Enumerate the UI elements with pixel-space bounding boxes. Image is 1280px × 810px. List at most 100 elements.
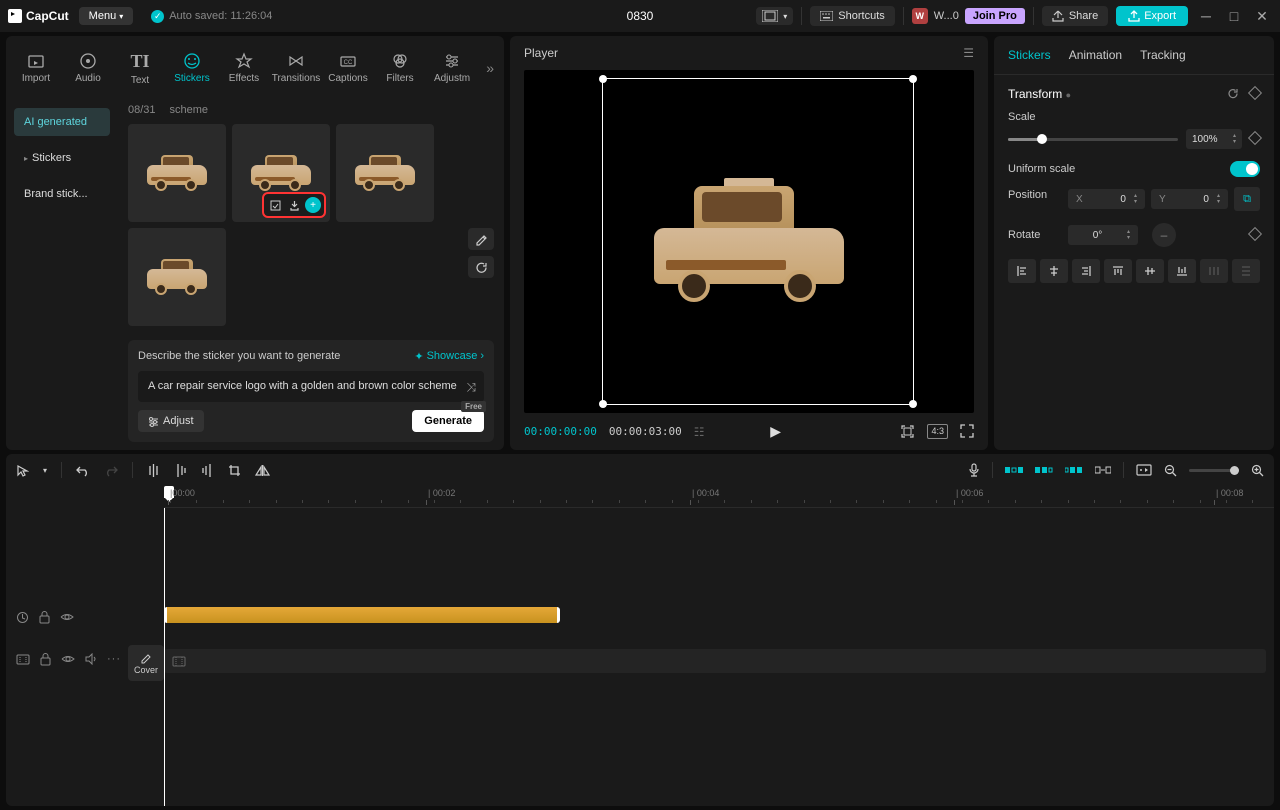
tab-animation[interactable]: Animation <box>1069 48 1122 62</box>
showcase-button[interactable]: ✦ Showcase › <box>414 350 484 363</box>
sticker-add-icon[interactable]: + <box>305 197 321 213</box>
video-icon[interactable] <box>16 654 30 665</box>
reset-icon[interactable] <box>1227 87 1240 101</box>
player-menu-icon[interactable]: ☰ <box>963 46 974 60</box>
prompt-input[interactable]: A car repair service logo with a golden … <box>138 371 484 402</box>
sticker-download-icon[interactable] <box>286 197 302 213</box>
align-bottom-icon[interactable] <box>1168 259 1196 283</box>
menu-button[interactable]: Menu▾ <box>79 7 134 25</box>
player-viewport[interactable] <box>524 70 974 413</box>
scale-slider[interactable] <box>1008 138 1178 141</box>
tab-transitions[interactable]: Transitions <box>270 42 322 94</box>
sidebar-ai-generated[interactable]: AI generated <box>14 108 110 136</box>
aspect-button[interactable]: ▾ <box>756 7 793 25</box>
sticker-3[interactable] <box>336 124 434 222</box>
eye-icon-2[interactable] <box>61 654 75 664</box>
adjust-button[interactable]: Adjust <box>138 410 204 432</box>
sticker-4[interactable] <box>128 228 226 326</box>
join-pro-badge[interactable]: Join Pro <box>965 8 1025 24</box>
preview-render-icon[interactable] <box>1136 464 1152 476</box>
tab-audio[interactable]: Audio <box>62 42 114 94</box>
handle-tl[interactable] <box>599 75 607 83</box>
align-top-icon[interactable] <box>1104 259 1132 283</box>
timeline-ruler[interactable]: |00:00 | 00:02 | 00:04 | 00:06 | 00:08 <box>164 486 1274 508</box>
sticker-2[interactable]: + <box>232 124 330 222</box>
user-area[interactable]: W W...0 Join Pro <box>912 8 1025 24</box>
tab-captions[interactable]: CCCaptions <box>322 42 374 94</box>
share-button[interactable]: Share <box>1042 6 1108 26</box>
minimize-button[interactable]: ─ <box>1196 6 1216 26</box>
tab-import[interactable]: Import <box>10 42 62 94</box>
tab-filters[interactable]: Filters <box>374 42 426 94</box>
more-icon[interactable]: ··· <box>107 653 121 665</box>
playhead-line[interactable] <box>164 508 165 806</box>
more-tabs[interactable]: » <box>480 60 500 76</box>
keyframe-diamond-icon[interactable] <box>1250 87 1260 101</box>
sticker-edit-icon[interactable] <box>267 197 283 213</box>
zoom-out-icon[interactable] <box>1164 464 1177 477</box>
sidebar-stickers[interactable]: ▸Stickers <box>14 144 110 172</box>
maximize-button[interactable]: □ <box>1224 6 1244 26</box>
compare-icon[interactable]: ☷ <box>694 425 705 439</box>
mirror-icon[interactable] <box>255 464 270 477</box>
tab-effects[interactable]: Effects <box>218 42 270 94</box>
cover-button[interactable]: Cover <box>128 645 164 681</box>
trim-left-icon[interactable] <box>174 463 187 478</box>
position-y[interactable]: Y0▴▾ <box>1151 189 1228 209</box>
handle-tr[interactable] <box>909 75 917 83</box>
regenerate-icon[interactable] <box>468 256 494 278</box>
trim-right-icon[interactable] <box>201 463 214 478</box>
project-title[interactable]: 0830 <box>627 9 654 23</box>
shortcuts-button[interactable]: Shortcuts <box>810 6 894 26</box>
tab-adjust[interactable]: Adjustm <box>426 42 478 94</box>
position-link-icon[interactable]: ⧉ <box>1234 187 1260 211</box>
speaker-icon[interactable] <box>85 653 97 665</box>
safe-zone-icon[interactable] <box>900 424 915 439</box>
preview-sticker[interactable] <box>654 182 844 302</box>
undo-icon[interactable] <box>76 463 90 477</box>
video-track[interactable] <box>164 649 1266 673</box>
split-icon[interactable] <box>147 463 160 478</box>
edit-prompt-icon[interactable] <box>468 228 494 250</box>
export-button[interactable]: Export <box>1116 6 1188 26</box>
scale-value[interactable]: 100%▴▾ <box>1186 129 1242 149</box>
lock-icon-2[interactable] <box>40 653 51 666</box>
sticker-clip[interactable] <box>164 607 560 623</box>
magnet2-icon[interactable] <box>1035 464 1053 476</box>
uniform-scale-toggle[interactable] <box>1230 161 1260 177</box>
play-button[interactable]: ▶ <box>770 423 781 440</box>
pointer-dropdown[interactable]: ▾ <box>43 466 47 475</box>
snap-icon[interactable] <box>1095 464 1111 476</box>
fullscreen-icon[interactable] <box>960 424 974 439</box>
tracks-body[interactable] <box>164 508 1274 806</box>
tab-stickers-insp[interactable]: Stickers <box>1008 48 1051 62</box>
tab-stickers[interactable]: Stickers <box>166 42 218 94</box>
sticker-1[interactable] <box>128 124 226 222</box>
zoom-in-icon[interactable] <box>1251 464 1264 477</box>
rotate-dial[interactable]: – <box>1152 223 1176 247</box>
tab-text[interactable]: TIText <box>114 42 166 94</box>
clock-icon[interactable] <box>16 611 29 624</box>
magnet1-icon[interactable] <box>1005 464 1023 476</box>
eye-icon[interactable] <box>60 612 74 622</box>
shuffle-icon[interactable]: ⤨ <box>466 379 476 396</box>
pointer-tool-icon[interactable] <box>16 464 29 477</box>
close-button[interactable]: ✕ <box>1252 6 1272 26</box>
align-right-icon[interactable] <box>1072 259 1100 283</box>
position-x[interactable]: X0▴▾ <box>1068 189 1145 209</box>
crop-icon[interactable] <box>228 464 241 477</box>
align-vcenter-icon[interactable] <box>1136 259 1164 283</box>
rotate-keyframe-icon[interactable] <box>1250 228 1260 242</box>
rotate-value[interactable]: 0°▴▾ <box>1068 225 1138 245</box>
sidebar-brand[interactable]: Brand stick... <box>14 180 110 208</box>
zoom-slider[interactable] <box>1189 469 1239 472</box>
lock-icon[interactable] <box>39 611 50 624</box>
generate-button[interactable]: Free Generate <box>412 410 484 432</box>
align-left-icon[interactable] <box>1008 259 1036 283</box>
magnet3-icon[interactable] <box>1065 464 1083 476</box>
align-hcenter-icon[interactable] <box>1040 259 1068 283</box>
scale-keyframe-icon[interactable] <box>1250 132 1260 146</box>
handle-br[interactable] <box>909 400 917 408</box>
tab-tracking[interactable]: Tracking <box>1140 48 1186 62</box>
handle-bl[interactable] <box>599 400 607 408</box>
